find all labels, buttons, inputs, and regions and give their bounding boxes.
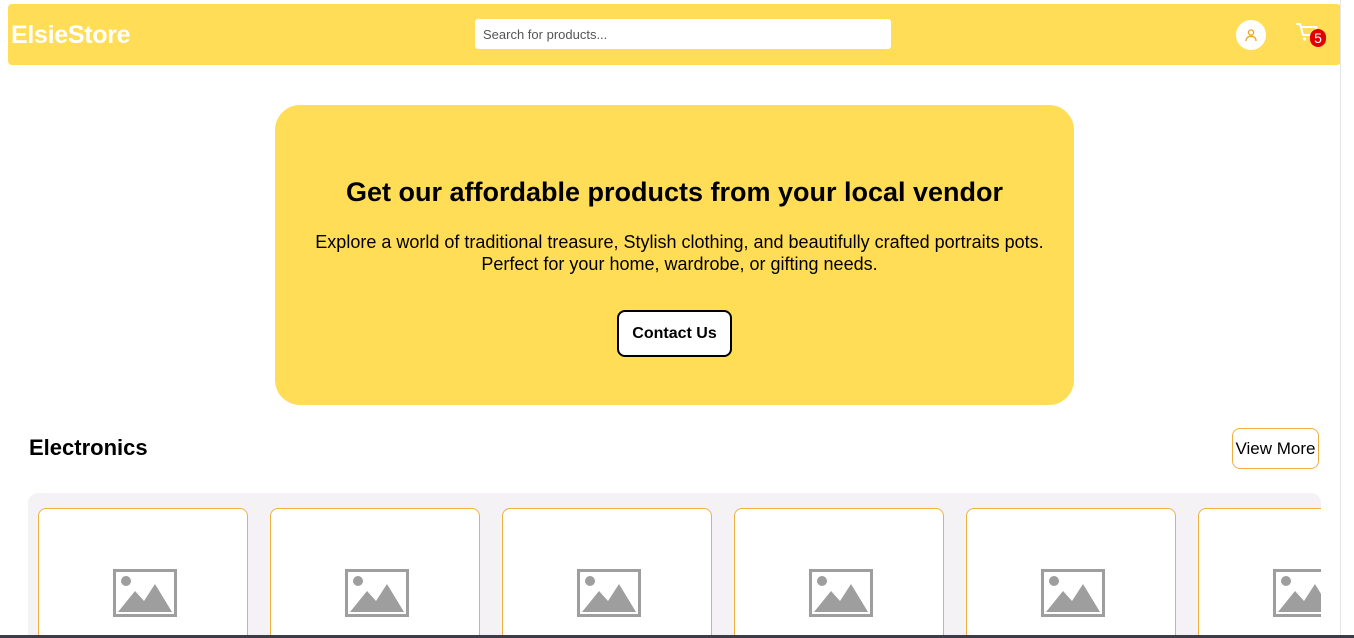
product-card[interactable]	[966, 508, 1176, 638]
hero-subtitle-line2: Perfect for your home, wardrobe, or gift…	[481, 254, 878, 274]
image-placeholder-icon	[577, 569, 641, 617]
product-carousel[interactable]	[28, 493, 1321, 638]
product-card[interactable]	[502, 508, 712, 638]
product-card[interactable]	[734, 508, 944, 638]
search-input[interactable]	[475, 19, 891, 49]
hero-banner: Get our affordable products from your lo…	[275, 105, 1074, 405]
user-icon	[1245, 29, 1257, 42]
scrollbar-track[interactable]	[1340, 0, 1354, 638]
contact-us-button[interactable]: Contact Us	[617, 310, 732, 357]
account-button[interactable]	[1236, 20, 1266, 50]
product-card[interactable]	[1198, 508, 1321, 638]
image-placeholder-icon	[1273, 569, 1321, 617]
store-logo[interactable]: ElsieStore	[11, 21, 131, 50]
view-more-button[interactable]: View More	[1232, 428, 1319, 469]
product-card[interactable]	[38, 508, 248, 638]
image-placeholder-icon	[113, 569, 177, 617]
hero-title: Get our affordable products from your lo…	[345, 177, 1004, 207]
product-card[interactable]	[270, 508, 480, 638]
cart-count-badge: 5	[1310, 29, 1326, 47]
top-navbar: ElsieStore	[8, 4, 1341, 65]
image-placeholder-icon	[1041, 569, 1105, 617]
hero-subtitle: Explore a world of traditional treasure,…	[285, 231, 1074, 275]
image-placeholder-icon	[345, 569, 409, 617]
hero-subtitle-line1: Explore a world of traditional treasure,…	[315, 232, 1044, 252]
image-placeholder-icon	[809, 569, 873, 617]
page: ElsieStore 5 Get our affordable products…	[0, 0, 1354, 638]
section-title-electronics: Electronics	[29, 435, 148, 460]
